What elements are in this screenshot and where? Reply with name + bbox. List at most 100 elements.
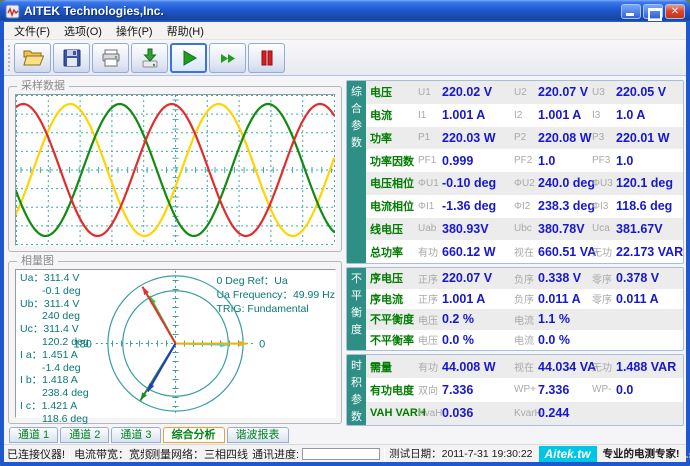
comm-progress-bar [302, 448, 380, 460]
measure-value: 22.173 VAR [616, 245, 683, 259]
menu-item-2[interactable]: 操作(P) [109, 22, 160, 40]
measure-value: 220.07 V [538, 85, 592, 99]
export-button[interactable] [131, 43, 168, 73]
open-folder-button[interactable] [14, 43, 51, 73]
measure-label: 电流 [370, 107, 418, 123]
comm-progress-label: 通讯进度: [252, 446, 299, 462]
tab-5[interactable]: 谐波报表 [227, 427, 289, 443]
measure-sub-label: PF2 [514, 155, 538, 166]
measure-label: 总功率 [370, 244, 418, 260]
measure-sub-label: Ubc [514, 223, 538, 234]
measure-label: 功率因数 [370, 153, 418, 169]
play-button[interactable] [170, 43, 207, 73]
section-rows: 序电压正序220.07 V负序0.338 V零序0.378 V序电流正序1.00… [366, 268, 683, 350]
minimize-button[interactable] [621, 4, 641, 19]
section-title-integral: 时积参数 [347, 355, 366, 425]
section-unbalance: 不平衡度序电压正序220.07 V负序0.338 V零序0.378 V序电流正序… [346, 267, 684, 351]
status-network: 测量网络：三相四线 [149, 446, 248, 462]
sampling-panel-title: 采样数据 [17, 79, 69, 93]
toolbar [4, 40, 686, 76]
measure-sub-label: P1 [418, 132, 442, 143]
menu-item-3[interactable]: 帮助(H) [160, 22, 211, 40]
measure-sub-label: P3 [592, 132, 616, 143]
measure-sub-label: 有功 [418, 244, 442, 259]
measure-sub-label: 零序 [592, 291, 616, 306]
status-connection: 已连接仪器! [7, 446, 65, 462]
menu-item-1[interactable]: 选项(O) [57, 22, 109, 40]
section-rows: 电压U1220.02 VU2220.07 VU3220.05 V电流I11.00… [366, 81, 683, 263]
status-separator [144, 448, 145, 460]
menu-item-0[interactable]: 文件(F) [7, 22, 57, 40]
measure-sub-label: ΦU2 [514, 178, 538, 189]
tab-3[interactable]: 通道 3 [111, 427, 160, 443]
measure-value: 1.0 [616, 154, 683, 168]
status-bandwidth: 电流带宽：宽频 [74, 446, 140, 462]
measure-label: VAH VARH [370, 407, 418, 419]
phasor-panel-title: 相量图 [17, 254, 58, 268]
measure-sub-label: ΦU1 [418, 178, 442, 189]
print-icon [100, 48, 122, 68]
measure-value: 220.05 V [616, 85, 683, 99]
measure-sub-label: 无功 [592, 359, 616, 374]
measure-sub-label: 有功 [418, 359, 442, 374]
save-icon [61, 48, 83, 68]
pause-button[interactable] [248, 43, 285, 73]
measure-sub-label: I3 [592, 110, 616, 121]
aitek-badge: Aitek.tw [539, 446, 597, 462]
measure-value: 240.0 deg [538, 176, 592, 190]
measure-row: 不平衡度电压0.2 %电流1.1 % [366, 309, 683, 330]
tab-1[interactable]: 通道 1 [9, 427, 58, 443]
measure-value: 660.51 VA [538, 245, 592, 259]
measure-sub-label: I1 [418, 110, 442, 121]
measure-value: 238.3 deg [538, 199, 592, 213]
pause-icon [256, 48, 278, 68]
test-date: 测试日期：2011-7-31 19:30:22 [389, 446, 532, 461]
section-title-char: 度 [347, 322, 366, 339]
measure-row: 电流I11.001 AI21.001 AI31.0 A [366, 104, 683, 127]
section-title-char: 综 [347, 84, 366, 101]
measure-value: 0.338 V [538, 271, 592, 285]
section-title-char: 时 [347, 358, 366, 375]
measure-sub-label: U2 [514, 87, 538, 98]
resize-grip[interactable] [684, 448, 690, 459]
measure-label: 功率 [370, 130, 418, 146]
measure-value: 660.12 W [442, 245, 514, 259]
measure-label: 序电流 [370, 291, 418, 307]
phasor-axis-label-180: 180 [74, 339, 92, 351]
waveform-plot-area [15, 94, 336, 246]
measure-sub-label: 视在 [514, 359, 538, 374]
tab-4[interactable]: 综合分析 [163, 427, 225, 443]
fast-forward-button[interactable] [209, 43, 246, 73]
measure-row: 总功率有功660.12 W视在660.51 VA无功22.173 VAR [366, 240, 683, 263]
section-title-char: 衡 [347, 305, 366, 322]
phasor-arrowhead-Ib [140, 392, 147, 400]
measure-sub-label: PF3 [592, 155, 616, 166]
client-area: 采样数据 相量图 Ua：311.4 V-0.1 degUb：311.4 V240… [4, 76, 686, 427]
window-title: AITEK Technologies,Inc. [24, 4, 619, 18]
tab-2[interactable]: 通道 2 [60, 427, 109, 443]
close-button[interactable]: ✕ [665, 4, 685, 19]
measure-value: 1.488 VAR [616, 360, 683, 374]
section-title-char: 不 [347, 271, 366, 288]
measure-value: -0.10 deg [442, 176, 514, 190]
phasor-chart: 1800 [16, 270, 335, 417]
measure-value: 0.999 [442, 154, 514, 168]
print-button[interactable] [92, 43, 129, 73]
measure-sub-label: 正序 [418, 291, 442, 306]
measure-sub-label: PF1 [418, 155, 442, 166]
maximize-button[interactable] [643, 4, 663, 19]
toolbar-grip-handle[interactable] [8, 45, 10, 71]
measure-sub-label: KvaH [418, 408, 442, 419]
measure-value: 1.001 A [442, 108, 514, 122]
save-button[interactable] [53, 43, 90, 73]
measure-sub-label: 电压 [418, 332, 442, 347]
measure-sub-label: 双向 [418, 382, 442, 397]
measure-sub-label: ΦI3 [592, 201, 616, 212]
measure-value: 220.01 W [616, 131, 683, 145]
measure-value: 120.1 deg [616, 176, 683, 190]
phasor-plot-area: Ua：311.4 V-0.1 degUb：311.4 V240 degUc：31… [15, 269, 336, 418]
export-icon [139, 48, 161, 68]
measure-sub-label: U1 [418, 87, 442, 98]
measure-value: 220.07 V [442, 271, 514, 285]
measure-value: 1.0 A [616, 108, 683, 122]
